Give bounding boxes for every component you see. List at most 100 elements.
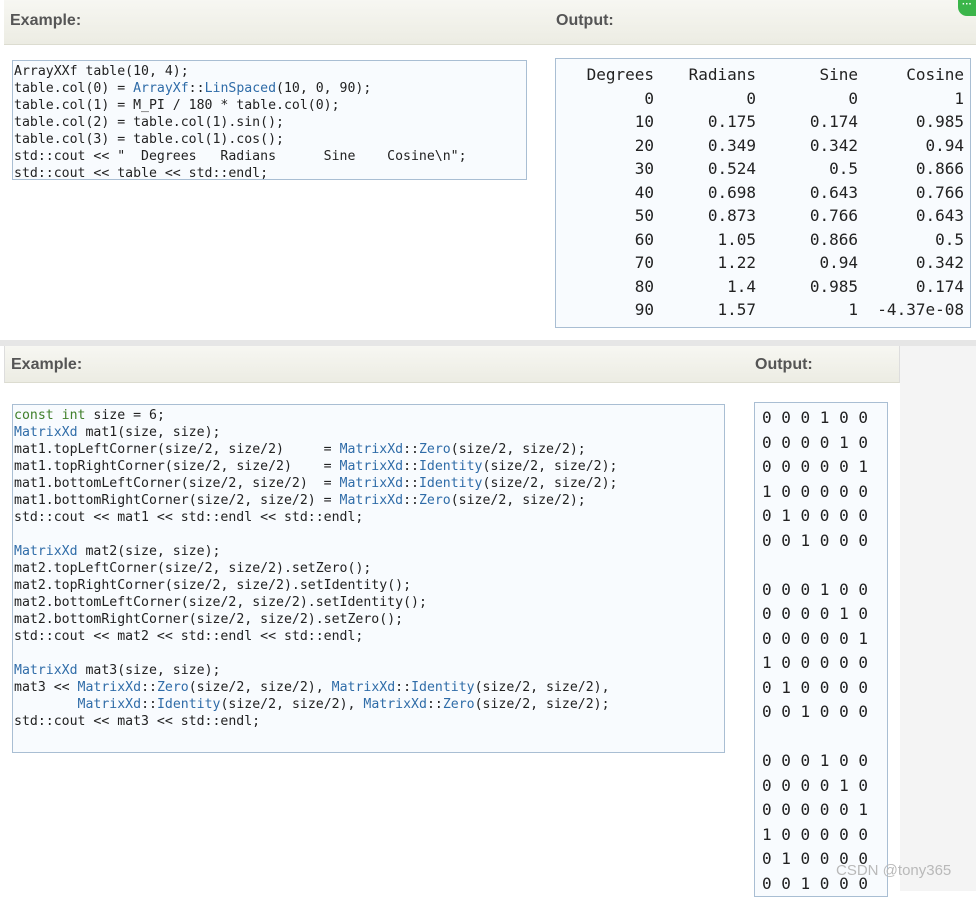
code-block[interactable]: const int size = 6; MatrixXd mat1(size, … <box>12 404 725 753</box>
table-row: 30 0.524 0.5 0.866 <box>556 157 964 181</box>
example-header: Example: Output: <box>4 0 976 45</box>
output-line: 0 0 0 1 0 0 <box>762 579 868 599</box>
type-token: LinSpaced <box>204 81 277 96</box>
output-line: 1 0 0 0 0 0 <box>762 824 868 844</box>
output-line: 1 0 0 0 0 0 <box>762 653 868 672</box>
output-line: 0 0 1 0 0 0 <box>762 702 868 721</box>
table-row: 40 0.698 0.643 0.766 <box>556 181 964 205</box>
code-line: mat2.topLeftCorner(size/2, size/2).setZe… <box>14 561 372 576</box>
table-cell: 10 <box>634 112 654 132</box>
table-cell: 0.524 <box>707 159 756 179</box>
table-cell: -4.37e-08 <box>877 300 964 320</box>
type-token: MatrixXd <box>14 544 78 559</box>
code-line: mat1.topRightCorner(size/2, size/2) = Ma… <box>14 459 618 474</box>
code-text: ArrayXXf table(10, 4); table.col(0) = Ar… <box>13 61 526 182</box>
table-row: 0 0 0 1 <box>556 87 964 111</box>
code-line: std::cout << " Degrees Radians Sine Cosi… <box>14 149 467 164</box>
output-table-header: Degrees Radians Sine Cosine <box>556 63 964 87</box>
code-line: MatrixXd mat3(size, size); <box>14 663 221 678</box>
code-line: const int size = 6; <box>14 408 165 423</box>
table-cell: 0.342 <box>915 253 964 273</box>
table-cell: 70 <box>634 253 654 273</box>
table-cell: 0.94 <box>819 253 858 273</box>
type-token: MatrixXd <box>77 680 142 695</box>
table-cell: 0.174 <box>915 276 964 296</box>
code-line: mat2.bottomLeftCorner(size/2, size/2).se… <box>14 595 427 610</box>
code-block[interactable]: ArrayXXf table(10, 4); table.col(0) = Ar… <box>12 60 527 182</box>
output-line: 1 0 0 0 0 0 <box>762 481 868 501</box>
output-text: 0 0 0 1 0 0 0 0 0 0 1 0 0 0 0 0 0 1 1 0 … <box>762 406 868 896</box>
table-cell: 0.174 <box>809 112 858 132</box>
table-cell: 0.766 <box>809 206 858 226</box>
output-block: 0 0 0 1 0 0 0 0 0 0 1 0 0 0 0 0 0 1 1 0 … <box>754 402 888 897</box>
code-line: mat1.bottomLeftCorner(size/2, size/2) = … <box>14 476 618 491</box>
table-row: 60 1.05 0.866 0.5 <box>556 228 964 252</box>
table-cell: 0.766 <box>915 182 964 202</box>
table-cell: 40 <box>634 182 654 202</box>
table-cell: 1.05 <box>717 229 756 249</box>
type-token: MatrixXd <box>331 680 396 695</box>
table-cell: 0 <box>746 88 756 108</box>
table-header-cell: Degrees <box>586 65 654 85</box>
watermark: CSDN @tony365 <box>836 862 952 879</box>
code-line: table.col(3) = table.col(1).cos(); <box>14 132 284 147</box>
output-line: 0 1 0 0 0 0 <box>762 677 868 697</box>
table-cell: 1 <box>954 88 964 108</box>
example-label: Example: <box>11 356 83 373</box>
table-cell: 0 <box>644 88 654 108</box>
output-line: 0 0 0 0 0 1 <box>762 800 868 819</box>
table-row: 90 1.57 1 -4.37e-08 <box>556 298 964 322</box>
example-panel-1: Example: Output: ArrayXXf table(10, 4); … <box>4 0 976 340</box>
table-cell: 1.4 <box>727 276 756 296</box>
type-token: MatrixXd <box>339 459 404 474</box>
output-table: Degrees Radians Sine Cosine 0 0 0 1 10 0.175 0.17… <box>556 63 964 322</box>
table-cell: 0.643 <box>809 182 858 202</box>
code-line: table.col(1) = M_PI / 180 * table.col(0)… <box>14 98 340 113</box>
output-line: 0 0 0 0 0 1 <box>762 628 868 648</box>
type-token: MatrixXd <box>14 663 78 678</box>
output-block: Degrees Radians Sine Cosine 0 0 0 1 10 0.175 0.17… <box>555 58 971 328</box>
type-token: Identity <box>156 697 221 712</box>
code-line: mat1.bottomRightCorner(size/2, size/2) =… <box>14 493 586 508</box>
table-cell: 0 <box>848 88 858 108</box>
example-header: Example: Output: <box>4 346 900 383</box>
table-header-cell: Radians <box>688 65 756 85</box>
output-line: 0 0 0 0 1 0 <box>762 604 868 623</box>
type-token: MatrixXd <box>339 442 404 457</box>
code-line: ArrayXXf table(10, 4); <box>14 64 189 79</box>
code-line: mat3 << MatrixXd::Zero(size/2, size/2), … <box>14 680 610 695</box>
more-options-icon[interactable]: ··· <box>958 0 976 16</box>
code-line: mat1.topLeftCorner(size/2, size/2) = Mat… <box>14 442 586 457</box>
code-line: std::cout << mat1 << std::endl << std::e… <box>14 510 364 525</box>
output-line: 0 1 0 0 0 0 <box>762 506 868 525</box>
output-label: Output: <box>556 12 614 29</box>
table-cell: 0.175 <box>707 112 756 132</box>
type-token: MatrixXd <box>339 476 404 491</box>
table-header-cell: Sine <box>819 65 858 85</box>
type-token: MatrixXd <box>77 697 142 712</box>
type-token: MatrixXd <box>363 697 427 712</box>
example-label: Example: <box>10 12 82 29</box>
type-token: Identity <box>418 459 483 474</box>
table-cell: 90 <box>634 300 654 320</box>
type-token: Identity <box>418 476 483 491</box>
keyword-token: int <box>61 408 86 423</box>
table-cell: 20 <box>634 135 654 155</box>
table-cell: 80 <box>634 276 654 296</box>
type-token: ArrayXf <box>133 81 189 96</box>
example-panel-2: Example: Output: const int size = 6; Mat… <box>4 346 900 897</box>
table-cell: 0.5 <box>829 159 858 179</box>
table-cell: 0.866 <box>809 229 858 249</box>
output-line: 0 0 0 0 1 0 <box>762 432 868 452</box>
output-line: 0 0 1 0 0 0 <box>762 530 868 550</box>
type-token: Zero <box>156 680 189 695</box>
table-row: 10 0.175 0.174 0.985 <box>556 110 964 134</box>
output-label: Output: <box>755 356 813 373</box>
code-line: table.col(2) = table.col(1).sin(); <box>14 115 284 130</box>
table-cell: 0.873 <box>707 206 756 226</box>
table-row: 70 1.22 0.94 0.342 <box>556 251 964 275</box>
table-cell: 30 <box>634 159 654 179</box>
table-cell: 0.342 <box>809 135 858 155</box>
code-line: MatrixXd::Identity(size/2, size/2), Matr… <box>77 697 610 712</box>
table-cell: 60 <box>634 229 654 249</box>
